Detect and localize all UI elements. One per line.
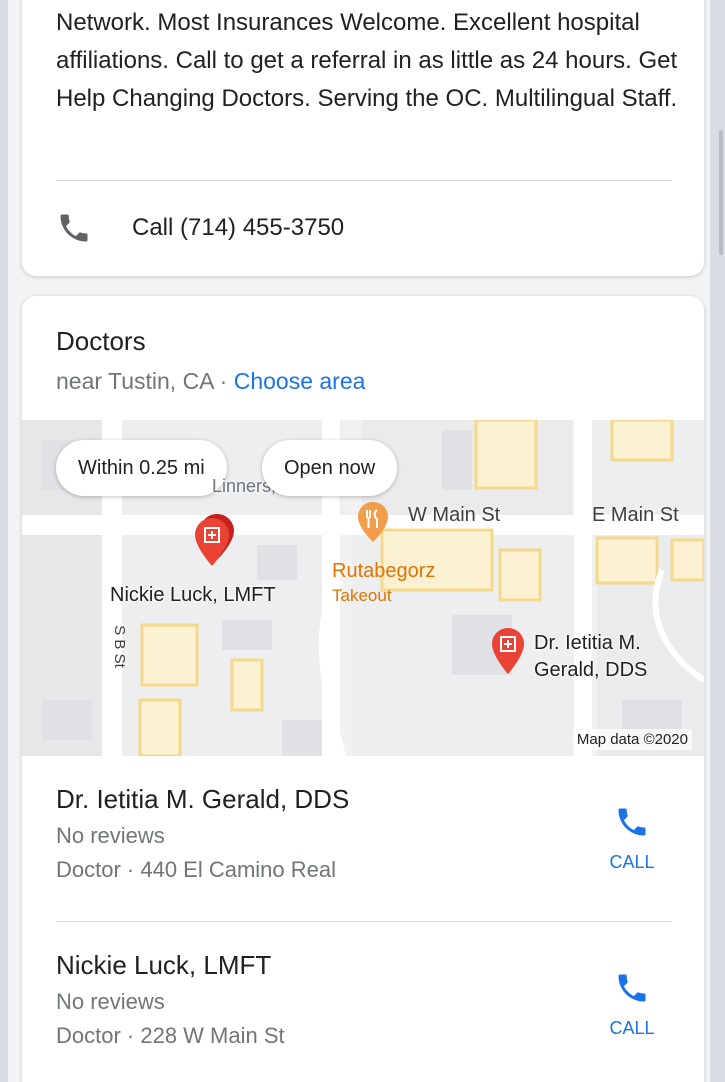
location-text: near Tustin, CA · (56, 368, 234, 394)
call-row[interactable]: Call (714) 455-3750 (56, 208, 344, 248)
ad-card: Network. Most Insurances Welcome. Excell… (22, 0, 704, 276)
phone-icon (618, 974, 646, 1002)
result-name[interactable]: Dr. Ietitia M. Gerald, DDS (56, 784, 676, 815)
map[interactable]: Within 0.25 mi Linners, PSYC Open now W … (22, 420, 704, 756)
doctors-card: Doctors near Tustin, CA · Choose area Wi… (22, 296, 704, 1082)
result-reviews: No reviews (56, 989, 165, 1014)
phone-icon (56, 210, 92, 246)
pin-label-nickie-luck[interactable]: Nickie Luck, LMFT (110, 584, 276, 607)
filter-chip-open-now[interactable]: Open now (262, 440, 398, 496)
street-label-e-main: E Main St (592, 504, 679, 526)
chip-label: Open now (284, 456, 376, 479)
call-button-label: CALL (609, 1018, 655, 1038)
filter-chip-distance[interactable]: Within 0.25 mi (56, 440, 227, 496)
call-button[interactable]: CALL (592, 970, 672, 1039)
result-meta: Doctor · 228 W Main St (56, 1023, 285, 1048)
divider (56, 921, 672, 922)
section-location: near Tustin, CA · Choose area (56, 368, 365, 395)
section-title: Doctors (56, 326, 146, 356)
call-phone-label[interactable]: Call (714) 455-3750 (132, 214, 344, 242)
street-label-w-main: W Main St (408, 504, 501, 526)
scrollbar[interactable] (719, 130, 723, 255)
result-reviews: No reviews (56, 823, 165, 848)
call-button[interactable]: CALL (592, 804, 672, 873)
pin-label-dr-gerald[interactable]: Dr. Ietitia M. Gerald, DDS (534, 630, 684, 684)
restaurant-pin-icon[interactable] (356, 500, 390, 544)
list-item[interactable]: Dr. Ietitia M. Gerald, DDS No reviews Do… (56, 784, 676, 883)
divider (56, 180, 672, 181)
map-attribution: Map data ©2020 (572, 729, 692, 750)
doctor-pin-icon[interactable] (490, 626, 526, 678)
restaurant-name[interactable]: Rutabegorz (332, 560, 435, 583)
result-meta: Doctor · 440 El Camino Real (56, 857, 337, 882)
doctor-pin-icon[interactable] (192, 512, 236, 570)
phone-icon (618, 808, 646, 836)
list-item[interactable]: Nickie Luck, LMFT No reviews Doctor · 22… (56, 950, 676, 1049)
choose-area-link[interactable]: Choose area (234, 368, 366, 394)
call-button-label: CALL (609, 852, 655, 872)
ad-description: Network. Most Insurances Welcome. Excell… (56, 9, 678, 112)
chip-label: Within 0.25 mi (78, 456, 205, 479)
result-name[interactable]: Nickie Luck, LMFT (56, 950, 676, 981)
street-label-s-b: S B St (110, 625, 128, 668)
restaurant-subtitle: Takeout (332, 586, 392, 605)
